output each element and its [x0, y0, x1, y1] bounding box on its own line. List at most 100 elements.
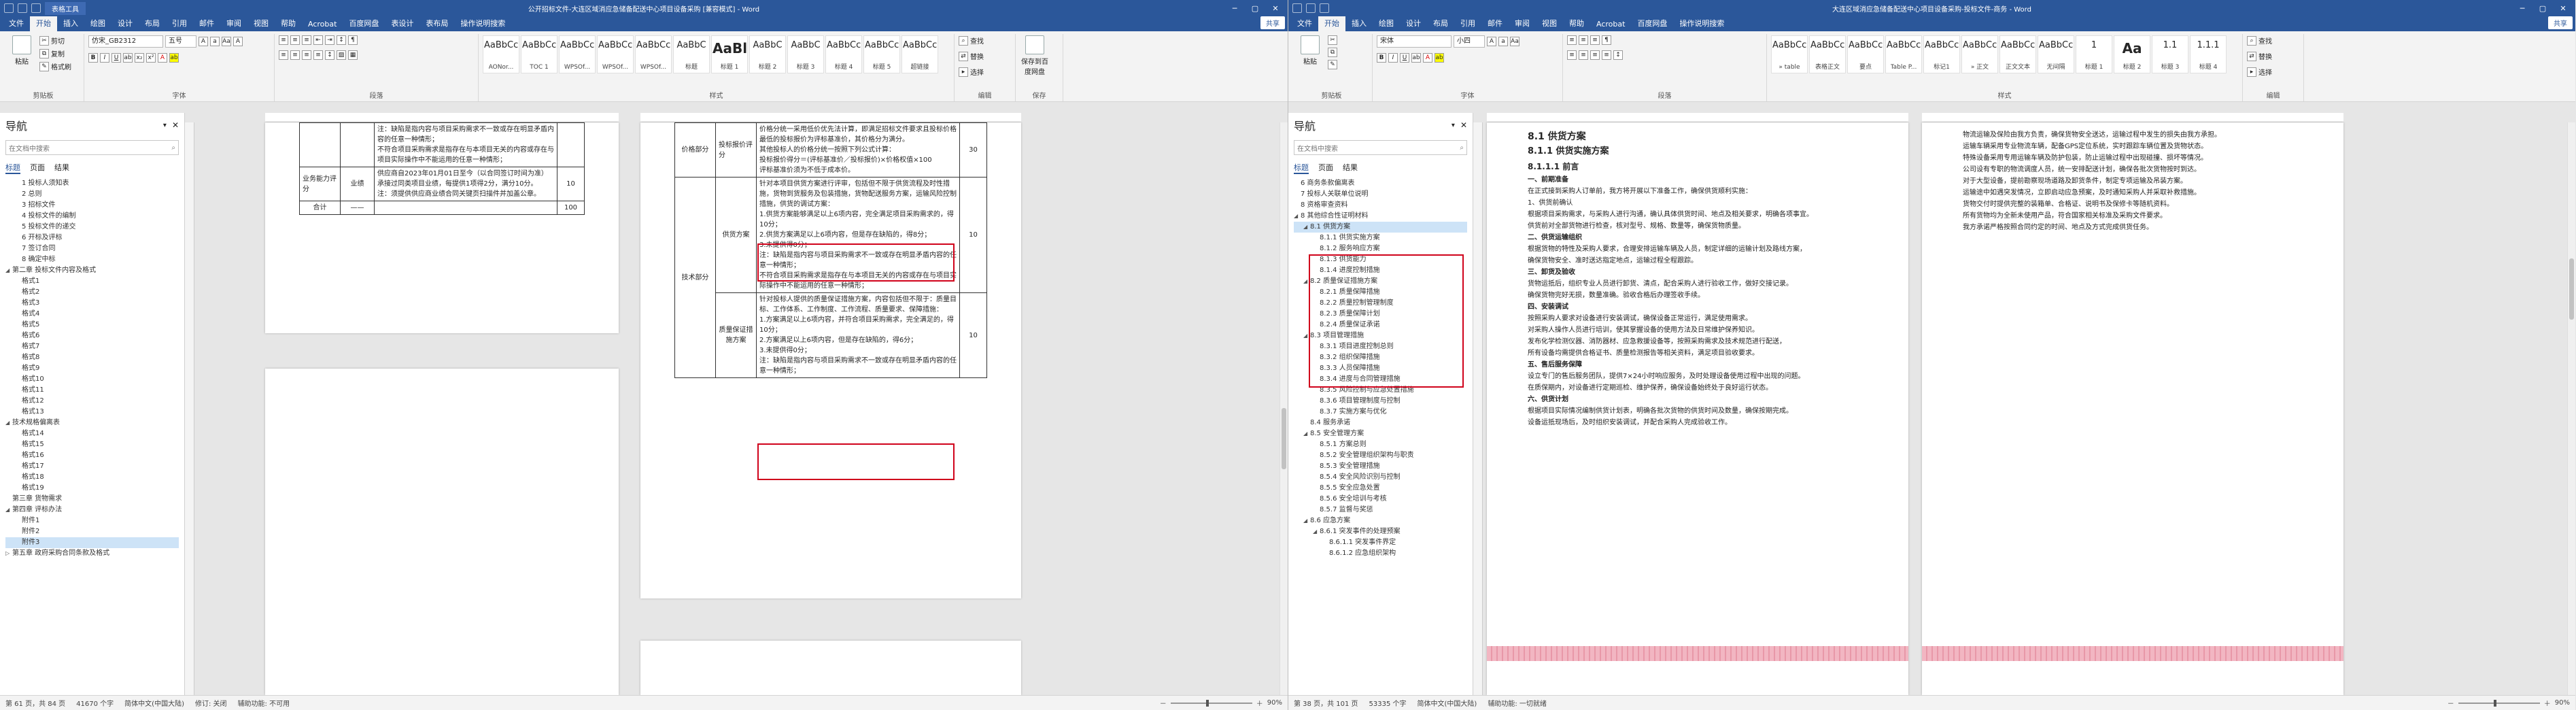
line-spacing-icon[interactable]: ↕: [1613, 50, 1623, 60]
style-6[interactable]: AaBbCcDc » 正文: [1961, 35, 1998, 73]
zoom-thumb[interactable]: [2493, 699, 2496, 707]
scroll-thumb[interactable]: [1282, 408, 1286, 469]
nav-tab-results[interactable]: 结果: [1343, 162, 1358, 174]
font-color-icon[interactable]: A: [158, 53, 167, 63]
nav-heading-item[interactable]: 格式1: [5, 276, 179, 287]
change-case-icon[interactable]: Aa: [222, 37, 231, 46]
nav-heading-item[interactable]: 格式2: [5, 287, 179, 298]
zoom-control[interactable]: － ＋ 90%: [1160, 698, 1282, 708]
bullets-icon[interactable]: ≡: [1567, 35, 1577, 45]
style-10[interactable]: AaBbCc 标题 4: [825, 35, 862, 73]
save-to-baidu-button[interactable]: 保存到百度网盘: [1020, 35, 1050, 76]
tab-review[interactable]: 审阅: [220, 15, 247, 31]
numbering-icon[interactable]: ≡: [290, 35, 300, 45]
font-size-combo[interactable]: 小四: [1454, 35, 1485, 48]
expand-arrow-icon[interactable]: ◢: [5, 265, 12, 276]
nav-heading-item[interactable]: 8.5.4 安全风险识别与控制: [1294, 472, 1467, 483]
style-1[interactable]: AaBbCc AONor...: [483, 35, 519, 73]
increase-indent-icon[interactable]: ⇥: [325, 35, 334, 45]
style-7[interactable]: AaBbCcDc 正文文本: [1999, 35, 2036, 73]
nav-heading-item[interactable]: 8.3.6 项目管理制度与控制: [1294, 396, 1467, 407]
tab-file[interactable]: 文件: [3, 15, 30, 31]
nav-heading-item[interactable]: 8.5.2 安全管理组织架构与职责: [1294, 450, 1467, 461]
font-name-combo[interactable]: 仿宋_GB2312: [88, 35, 163, 48]
nav-heading-item[interactable]: 8.6.1.2 应急组织架构: [1294, 548, 1467, 559]
replace-button[interactable]: ⇄ 替换: [2247, 51, 2272, 61]
tab-baidu[interactable]: 百度网盘: [343, 15, 385, 31]
style-10[interactable]: Aa 标题 2: [2114, 35, 2150, 73]
close-icon[interactable]: ✕: [1267, 4, 1284, 13]
style-3[interactable]: AaBbCcD 要点: [1847, 35, 1884, 73]
close-icon[interactable]: ✕: [2555, 4, 2571, 13]
zoom-slider[interactable]: [2458, 699, 2540, 707]
document-page[interactable]: [640, 641, 1021, 695]
style-11[interactable]: 1.1 标题 3: [2152, 35, 2188, 73]
nav-heading-item[interactable]: 格式13: [5, 407, 179, 418]
tab-insert[interactable]: 插入: [57, 15, 84, 31]
nav-heading-item[interactable]: 8.4 服务承诺: [1294, 418, 1467, 428]
nav-heading-item[interactable]: 格式5: [5, 320, 179, 331]
zoom-slider[interactable]: [1170, 699, 1252, 707]
zoom-level[interactable]: 90%: [1267, 699, 1282, 707]
nav-heading-item[interactable]: 格式15: [5, 439, 179, 450]
multilevel-list-icon[interactable]: ≡: [1590, 35, 1600, 45]
nav-heading-item[interactable]: 8.5.7 监督与奖惩: [1294, 505, 1467, 515]
tab-references[interactable]: 引用: [166, 15, 193, 31]
nav-heading-item[interactable]: 3 招标文件: [5, 200, 179, 211]
copy-button[interactable]: ⧉ 复制: [39, 48, 71, 58]
nav-heading-item[interactable]: 格式8: [5, 352, 179, 363]
track-changes-status[interactable]: 修订: 关闭: [195, 698, 227, 708]
nav-heading-item[interactable]: 5 投标文件的递交: [5, 222, 179, 233]
nav-search-input[interactable]: 在文档中搜索 ⌕: [5, 140, 179, 155]
nav-heading-item[interactable]: 格式9: [5, 363, 179, 374]
nav-heading-item[interactable]: 格式19: [5, 483, 179, 494]
zoom-control[interactable]: － ＋ 90%: [2448, 698, 2570, 708]
nav-heading-item[interactable]: ◢ 第二章 投标文件内容及格式: [5, 265, 179, 276]
expand-arrow-icon[interactable]: ▷: [5, 548, 12, 559]
subscript-icon[interactable]: x₂: [135, 53, 144, 63]
document-page[interactable]: 注：缺陷是指内容与项目采购需求不一致或存在明显矛盾内容的任意一种情形； 不符合项…: [265, 122, 619, 333]
undo-icon[interactable]: [1320, 3, 1329, 13]
align-right-icon[interactable]: ≡: [302, 50, 311, 60]
nav-heading-item[interactable]: 4 投标文件的编制: [5, 211, 179, 222]
tab-draw[interactable]: 绘图: [1373, 15, 1400, 31]
nav-heading-item[interactable]: 6 开标及评标: [5, 233, 179, 243]
nav-heading-item[interactable]: 格式18: [5, 472, 179, 483]
style-4[interactable]: AaBbCc WPSOf...: [597, 35, 634, 73]
superscript-icon[interactable]: x²: [146, 53, 156, 63]
vertical-ruler[interactable]: [185, 122, 194, 695]
nav-heading-item[interactable]: 1 投标人须知表: [5, 178, 179, 189]
zoom-out-icon[interactable]: －: [2448, 698, 2454, 708]
shrink-font-icon[interactable]: a: [210, 37, 220, 46]
vertical-ruler[interactable]: [1473, 122, 1483, 695]
document-page[interactable]: [265, 369, 619, 695]
style-4[interactable]: AaBbCcDc Table P...: [1885, 35, 1922, 73]
nav-heading-item[interactable]: 附件3: [5, 537, 179, 548]
nav-heading-item[interactable]: 7 投标人关联单位说明: [1294, 189, 1467, 200]
nav-heading-item[interactable]: ◢ 8.5 安全管理方案: [1294, 428, 1467, 439]
tab-design[interactable]: 设计: [1400, 15, 1427, 31]
nav-heading-item[interactable]: 7 签订合同: [5, 243, 179, 254]
nav-heading-item[interactable]: 格式3: [5, 298, 179, 309]
style-5[interactable]: AaBbCcDc 标记1: [1923, 35, 1960, 73]
tab-view[interactable]: 视图: [247, 15, 275, 31]
expand-arrow-icon[interactable]: ◢: [1294, 211, 1301, 222]
shrink-font-icon[interactable]: a: [1498, 37, 1508, 46]
nav-heading-item[interactable]: 格式4: [5, 309, 179, 320]
format-painter-button[interactable]: ✎: [1328, 60, 1337, 69]
nav-options-icon[interactable]: ▾: [163, 122, 167, 129]
nav-heading-item[interactable]: ◢ 技术规格偏离表: [5, 418, 179, 428]
nav-heading-item[interactable]: 8.3.7 实施方案与优化: [1294, 407, 1467, 418]
tab-home[interactable]: 开始: [30, 15, 57, 31]
bullets-icon[interactable]: ≡: [279, 35, 288, 45]
minimize-icon[interactable]: ─: [1226, 4, 1243, 13]
grow-font-icon[interactable]: A: [199, 37, 208, 46]
nav-heading-item[interactable]: 6 商务条款偏离表: [1294, 178, 1467, 189]
nav-heading-item[interactable]: 附件2: [5, 526, 179, 537]
italic-icon[interactable]: I: [1388, 53, 1398, 63]
vertical-scrollbar[interactable]: [2567, 122, 2575, 695]
zoom-in-icon[interactable]: ＋: [2544, 698, 2551, 708]
expand-arrow-icon[interactable]: ◢: [1303, 222, 1310, 233]
style-7[interactable]: AaBl 标题 1: [711, 35, 748, 73]
nav-heading-item[interactable]: 8.1.1 供货实施方案: [1294, 233, 1467, 243]
